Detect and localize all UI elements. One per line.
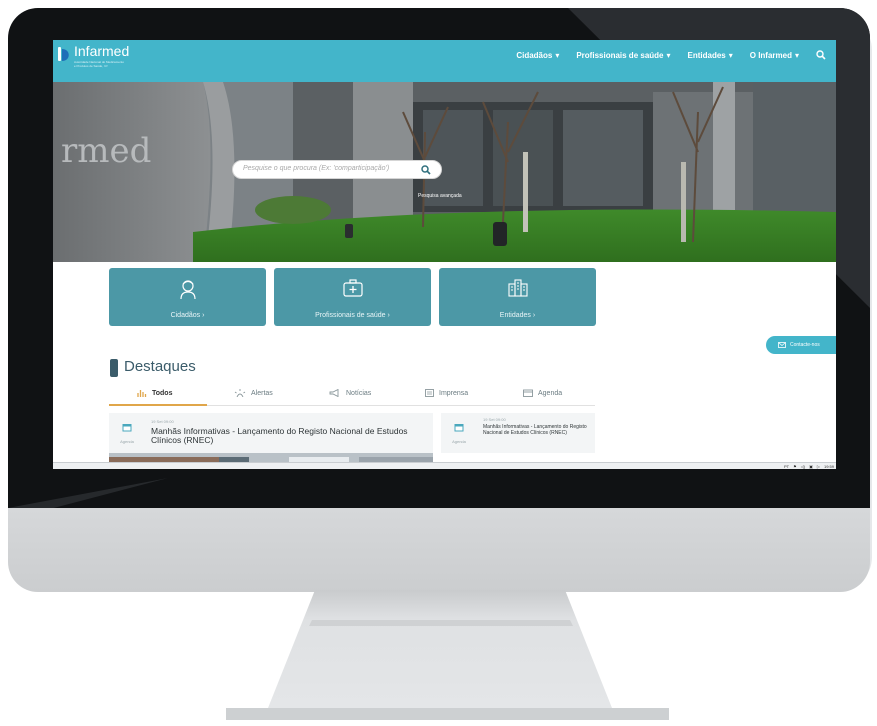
volume-icon[interactable]: ◁) (801, 464, 805, 469)
tab-imprensa[interactable]: Imprensa (425, 389, 468, 397)
advanced-search-link[interactable]: Pesquisa avançada (418, 193, 462, 199)
category-card-cidadaos[interactable]: Cidadãos › (109, 268, 266, 326)
medical-kit-icon (342, 279, 363, 297)
calendar-icon (523, 389, 533, 397)
search-button[interactable] (413, 162, 439, 177)
tab-alertas[interactable]: Alertas (234, 389, 273, 397)
active-tab-indicator (109, 404, 207, 406)
section-title: Destaques (124, 358, 196, 375)
tab-todos[interactable]: Todos (137, 389, 172, 397)
brand-subtitle: Autoridade Nacional do Medicamento e Pro… (74, 60, 125, 68)
buildings-icon (507, 279, 528, 297)
monitor-stand (226, 590, 669, 720)
newspaper-icon (425, 389, 434, 397)
tab-noticias[interactable]: Notícias (329, 389, 371, 397)
building-sign-text: rmed (61, 131, 151, 171)
news-category: Agenda (115, 419, 139, 444)
section-title-marker (110, 359, 118, 377)
calendar-icon (122, 424, 132, 432)
main-menu: Cidadãos ▾ Profissionais de saúde ▾ Entida… (516, 50, 826, 60)
chevron-down-icon: ▾ (666, 50, 671, 60)
nav-item-cidadaos[interactable]: Cidadãos ▾ (516, 51, 559, 60)
monitor-icon[interactable]: ▷ (817, 464, 820, 469)
tab-agenda[interactable]: Agenda (523, 389, 562, 397)
nav-item-o-infarmed[interactable]: O Infarmed ▾ (750, 51, 799, 60)
news-title[interactable]: Manhãs Informativas - Lançamento do Regi… (151, 427, 426, 445)
infarmed-logo-icon (58, 47, 69, 61)
chevron-down-icon: ▾ (555, 50, 560, 60)
search-icon[interactable] (816, 50, 826, 60)
category-label: Cidadãos › (170, 312, 205, 319)
hero-photo: rmed (53, 82, 836, 262)
envelope-icon (778, 342, 786, 348)
news-card-side[interactable]: Agenda 19 Set 09:00 Manhãs Informativas … (441, 413, 595, 453)
megaphone-icon (329, 389, 339, 397)
nav-item-entidades[interactable]: Entidades ▾ (688, 51, 733, 60)
network-icon[interactable]: ▣ (809, 464, 813, 469)
person-icon (179, 280, 196, 300)
system-tray: PT ⚑ ◁) ▣ ▷ 19:59 (784, 464, 834, 469)
os-taskbar: PT ⚑ ◁) ▣ ▷ 19:59 (53, 462, 836, 469)
news-image (109, 453, 433, 466)
news-date: 19 Set 09:00 (151, 419, 174, 424)
category-label: Profissionais de saúde › (315, 312, 390, 319)
news-card-main[interactable]: Agenda 19 Set 09:00 Manhãs Informativas … (109, 413, 433, 453)
clock[interactable]: 19:59 (824, 464, 834, 469)
infarmed-logo[interactable]: Infarmed Autoridade Nacional do Medicame… (57, 44, 129, 68)
language-indicator[interactable]: PT (784, 464, 789, 469)
category-label: Entidades › (499, 312, 536, 319)
browser-screen: Infarmed Autoridade Nacional do Medicame… (53, 40, 836, 469)
search-input[interactable]: Pesquise o que procura (Ex: 'comparticip… (232, 160, 442, 179)
calendar-icon (454, 424, 464, 432)
bar-chart-icon (137, 390, 147, 397)
top-navigation-bar: Infarmed Autoridade Nacional do Medicame… (53, 40, 836, 82)
news-title[interactable]: Manhãs Informativas - Lançamento do Regi… (483, 424, 593, 436)
highlights-tabs: Todos Alertas Notícias Imprensa Agenda (109, 386, 595, 406)
brand-title: Infarmed (74, 43, 130, 59)
search-icon (421, 164, 431, 175)
chevron-down-icon: ▾ (728, 50, 733, 60)
news-date: 19 Set 09:00 (483, 417, 506, 422)
hero-banner: rmed Pesquise o que procura (Ex: 'compar… (53, 82, 836, 262)
contact-us-button[interactable]: Contacte-nos (766, 336, 836, 354)
nav-item-profissionais[interactable]: Profissionais de saúde ▾ (576, 51, 670, 60)
category-card-entidades[interactable]: Entidades › (439, 268, 596, 326)
alert-icon (234, 389, 246, 397)
category-card-profissionais[interactable]: Profissionais de saúde › (274, 268, 431, 326)
chevron-down-icon: ▾ (794, 50, 799, 60)
monitor-chin (8, 508, 870, 592)
flag-icon[interactable]: ⚑ (793, 464, 797, 469)
news-category: Agenda (447, 419, 471, 444)
